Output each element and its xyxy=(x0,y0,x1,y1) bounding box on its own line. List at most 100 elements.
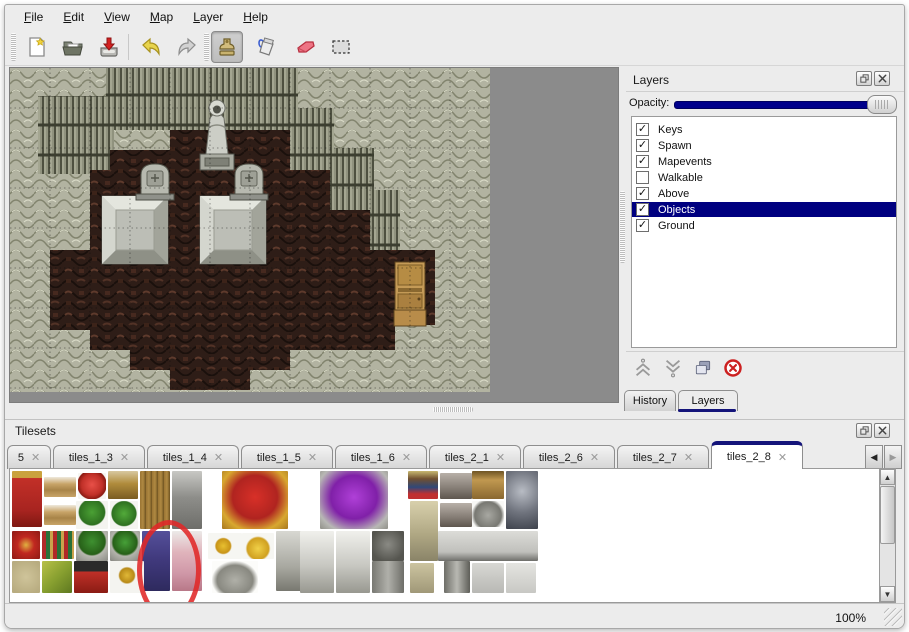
tile-rock-pile[interactable] xyxy=(212,561,258,593)
tile-leafy-plant[interactable] xyxy=(110,501,138,529)
open-folder-button[interactable] xyxy=(57,31,89,63)
splitter-grip[interactable] xyxy=(620,191,625,263)
toolbar-drag-handle[interactable] xyxy=(204,33,209,61)
tileset-tab-tiles_1_6[interactable]: tiles_1_6✕ xyxy=(335,445,427,469)
eraser-tool-button[interactable] xyxy=(289,31,321,63)
duplicate-layer-button[interactable] xyxy=(691,357,715,379)
tileset-tab-tiles_2_8[interactable]: tiles_2_8✕ xyxy=(711,441,803,469)
tile-red-stool[interactable] xyxy=(74,561,108,593)
menu-item-file[interactable]: File xyxy=(15,7,52,27)
tile-barrel-pedestal[interactable] xyxy=(372,561,404,593)
tile-bookshelf[interactable] xyxy=(42,531,74,559)
layer-row-above[interactable]: ✓Above xyxy=(632,186,896,201)
layer-visibility-checkbox[interactable]: ✓ xyxy=(636,123,649,136)
vertical-splitter[interactable] xyxy=(619,67,626,403)
tab-close-icon[interactable]: ✕ xyxy=(684,451,693,464)
tileset-tab-tiles_1_5[interactable]: tiles_1_5✕ xyxy=(241,445,333,469)
scroll-up-button[interactable]: ▲ xyxy=(880,469,895,485)
layer-visibility-checkbox[interactable]: ✓ xyxy=(636,203,649,216)
tile-obelisk-small[interactable] xyxy=(410,563,434,593)
tileset-scrollbar[interactable]: ▲ ▼ xyxy=(879,468,896,603)
layer-row-mapevents[interactable]: ✓Mapevents xyxy=(632,154,896,169)
layer-visibility-checkbox[interactable]: ✓ xyxy=(636,155,649,168)
tile-gargoyle-statue[interactable] xyxy=(372,531,404,561)
tile-gold-red-throne[interactable] xyxy=(222,471,288,529)
delete-layer-button[interactable] xyxy=(721,357,745,379)
layers-panel-float-button[interactable] xyxy=(856,71,872,86)
tileset-tab-tiles_1_4[interactable]: tiles_1_4✕ xyxy=(147,445,239,469)
tile-wooden-loom[interactable] xyxy=(44,477,76,497)
layer-visibility-checkbox[interactable] xyxy=(636,171,649,184)
tile-mirror-dresser[interactable] xyxy=(108,471,138,499)
tab-close-icon[interactable]: ✕ xyxy=(778,451,787,464)
tile-stone-block-2[interactable] xyxy=(472,563,504,593)
tile-stone-gate[interactable] xyxy=(172,471,202,529)
tab-close-icon[interactable]: ✕ xyxy=(402,451,411,464)
tile-armor-suit[interactable] xyxy=(506,471,538,529)
toolbar-drag-handle[interactable] xyxy=(11,33,16,61)
tileset-content[interactable] xyxy=(9,468,880,603)
tile-stone-block-ledge[interactable] xyxy=(438,531,538,561)
tile-parchment[interactable] xyxy=(12,561,40,593)
redo-button[interactable] xyxy=(171,31,203,63)
layer-visibility-checkbox[interactable]: ✓ xyxy=(636,139,649,152)
tilesets-panel-float-button[interactable] xyxy=(856,423,872,438)
map-canvas[interactable] xyxy=(9,67,619,403)
layer-row-walkable[interactable]: Walkable xyxy=(632,170,896,185)
splitter-grip[interactable] xyxy=(433,407,473,412)
tilesets-panel-close-button[interactable] xyxy=(874,423,890,438)
tile-king-portrait[interactable] xyxy=(408,471,438,499)
tile-gray-shelf-2[interactable] xyxy=(440,503,472,527)
menu-item-edit[interactable]: Edit xyxy=(54,7,93,27)
tab-close-icon[interactable]: ✕ xyxy=(214,451,223,464)
horizontal-splitter[interactable] xyxy=(5,403,623,417)
new-file-button[interactable] xyxy=(21,31,53,63)
move-layer-up-button[interactable] xyxy=(631,357,655,379)
tab-close-icon[interactable]: ✕ xyxy=(120,451,129,464)
menu-item-help[interactable]: Help xyxy=(234,7,277,27)
tile-green-flag[interactable] xyxy=(42,561,72,593)
tile-gold-key[interactable] xyxy=(208,533,242,559)
tile-wooden-crate[interactable] xyxy=(472,471,504,499)
tile-red-banner[interactable] xyxy=(12,471,42,527)
layer-row-spawn[interactable]: ✓Spawn xyxy=(632,138,896,153)
layer-visibility-checkbox[interactable]: ✓ xyxy=(636,187,649,200)
tileset-tab-tiles_2_6[interactable]: tiles_2_6✕ xyxy=(523,445,615,469)
tile-angel-statue-right[interactable] xyxy=(336,531,370,593)
tab-close-icon[interactable]: ✕ xyxy=(31,451,40,464)
dock-tab-history[interactable]: History xyxy=(624,390,676,411)
tileset-tab-tiles_1_3[interactable]: tiles_1_3✕ xyxy=(53,445,145,469)
undo-button[interactable] xyxy=(135,31,167,63)
move-layer-down-button[interactable] xyxy=(661,357,685,379)
layer-row-keys[interactable]: ✓Keys xyxy=(632,122,896,137)
tab-close-icon[interactable]: ✕ xyxy=(590,451,599,464)
tile-red-pouf[interactable] xyxy=(78,473,106,499)
tab-scroll-right-button[interactable]: ▶ xyxy=(884,445,902,469)
tile-emblem-banner[interactable] xyxy=(12,531,40,559)
tile-gold-coins[interactable] xyxy=(242,533,274,559)
tileset-tab-tiles_2_1[interactable]: tiles_2_1✕ xyxy=(429,445,521,469)
tab-scroll-left-button[interactable]: ◀ xyxy=(865,445,883,469)
tile-obelisk-monument[interactable] xyxy=(410,501,438,561)
tab-close-icon[interactable]: ✕ xyxy=(308,451,317,464)
tile-stone-block-3[interactable] xyxy=(506,563,536,593)
dock-tab-layers[interactable]: Layers xyxy=(678,390,738,411)
tile-armor-rubble[interactable] xyxy=(472,501,504,527)
fill-tool-button[interactable] xyxy=(251,31,283,63)
window-resize-grip[interactable] xyxy=(884,608,902,626)
tile-purple-throne[interactable] xyxy=(320,471,388,529)
tile-angel-statue-left[interactable] xyxy=(300,531,334,593)
tileset-tab-5[interactable]: 5✕ xyxy=(7,445,51,469)
tab-close-icon[interactable]: ✕ xyxy=(496,451,505,464)
select-tool-button[interactable] xyxy=(325,31,357,63)
opacity-slider-track[interactable] xyxy=(674,101,886,109)
menu-item-layer[interactable]: Layer xyxy=(184,7,232,27)
tile-gray-shelf[interactable] xyxy=(440,473,472,499)
layers-panel-close-button[interactable] xyxy=(874,71,890,86)
scroll-down-button[interactable]: ▼ xyxy=(880,586,895,602)
tile-wooden-loom-2[interactable] xyxy=(44,505,76,525)
scrollbar-thumb[interactable] xyxy=(880,486,895,544)
layer-row-objects[interactable]: ✓Objects xyxy=(632,202,896,217)
opacity-slider-handle[interactable] xyxy=(867,95,897,114)
tile-palm-plant[interactable] xyxy=(76,501,108,529)
